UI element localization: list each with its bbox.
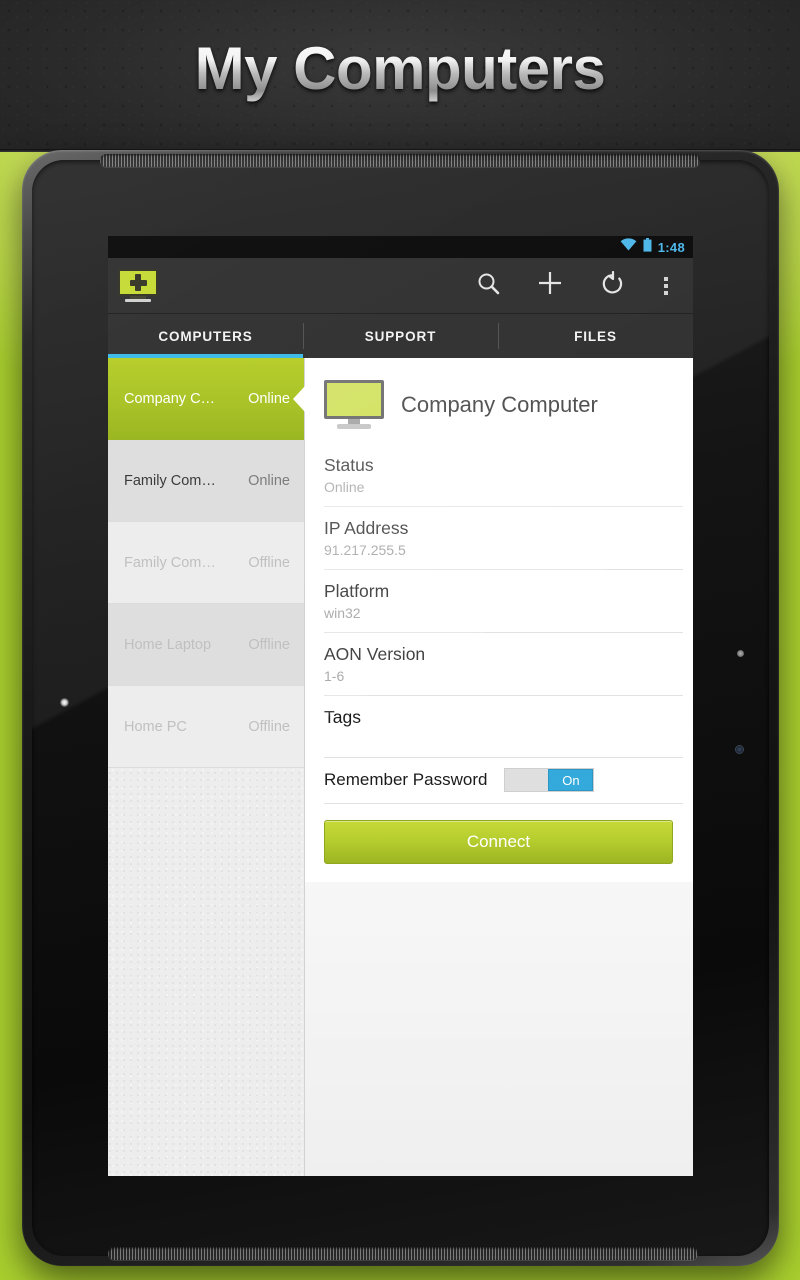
tablet-device: 1:48 COMPUTERS SUPPORT FILES Company C… … [22, 150, 779, 1266]
field-label: Platform [324, 581, 390, 601]
list-item[interactable]: Home PC Offline [108, 686, 304, 768]
app-logo-monitor-plus-icon[interactable] [118, 269, 158, 302]
field-value: Online [324, 479, 365, 495]
overflow-menu-icon [664, 276, 668, 295]
speaker-grille-bottom [108, 1247, 698, 1260]
tab-support[interactable]: SUPPORT [303, 314, 498, 358]
field-value: win32 [324, 605, 361, 621]
computer-name: Family Com… [124, 472, 216, 489]
computer-name: Family Com… [124, 554, 216, 571]
detail-header: Company Computer [324, 372, 683, 444]
remember-password-label: Remember Password [324, 770, 488, 789]
field-label: Status [324, 455, 374, 475]
power-indicator-icon [735, 745, 744, 754]
computer-name: Home PC [124, 718, 187, 735]
field-value: 1-6 [324, 668, 345, 684]
computer-status: Online [248, 472, 290, 489]
field-label: AON Version [324, 644, 426, 664]
content-area: Company C… Online Family Com… Online Fam… [108, 358, 693, 1176]
computer-detail-panel: Company Computer Status Online IP Addres… [305, 358, 693, 1176]
computer-title: Company Computer [401, 392, 598, 417]
tab-computers[interactable]: COMPUTERS [108, 314, 303, 358]
status-bar: 1:48 [108, 236, 693, 258]
action-bar-actions [457, 258, 689, 314]
search-icon [476, 271, 501, 301]
promo-banner: My Computers [0, 0, 800, 152]
page-title: My Computers [0, 34, 800, 103]
add-button[interactable] [519, 258, 581, 314]
detail-card: Company Computer Status Online IP Addres… [305, 358, 693, 882]
field-status: Status Online [324, 444, 683, 507]
toggle-thumb-on: On [548, 769, 594, 791]
field-label: IP Address [324, 518, 409, 538]
list-item[interactable]: Company C… Online [108, 358, 304, 440]
search-button[interactable] [457, 258, 519, 314]
computer-status: Offline [248, 636, 290, 653]
promo-background: My Computers 1:48 COMPUTERS SUPPORT FILE… [0, 0, 800, 1280]
list-item[interactable]: Family Com… Offline [108, 522, 304, 604]
device-screen: 1:48 COMPUTERS SUPPORT FILES Company C… … [108, 236, 693, 1176]
field-platform: Platform win32 [324, 570, 683, 633]
monitor-icon [324, 380, 384, 430]
detail-bottom-spacer [324, 864, 683, 882]
computer-list: Company C… Online Family Com… Online Fam… [108, 358, 305, 1176]
battery-icon [643, 237, 652, 257]
field-value: 91.217.255.5 [324, 542, 406, 558]
field-aon-version: AON Version 1-6 [324, 633, 683, 696]
computer-name: Home Laptop [124, 636, 212, 653]
sensor-dot-icon [737, 650, 744, 657]
connect-button[interactable]: Connect [324, 820, 673, 864]
status-bar-time: 1:48 [657, 239, 685, 255]
computer-name: Company C… [124, 391, 216, 407]
field-label: Tags [324, 707, 361, 727]
list-item[interactable]: Home Laptop Offline [108, 604, 304, 686]
field-remember-password: Remember Password On [324, 758, 683, 804]
field-tags[interactable]: Tags [324, 696, 683, 758]
list-item[interactable]: Family Com… Online [108, 440, 304, 522]
wifi-icon [620, 238, 637, 256]
overflow-button[interactable] [643, 258, 689, 314]
computer-status: Online [248, 391, 290, 407]
computer-status: Offline [248, 718, 290, 735]
toggle-track-off [505, 769, 549, 791]
computer-status: Offline [248, 554, 290, 571]
refresh-icon [600, 270, 625, 301]
plus-icon [537, 270, 563, 301]
remember-password-toggle[interactable]: On [504, 768, 595, 792]
tab-files[interactable]: FILES [498, 314, 693, 358]
tab-bar: COMPUTERS SUPPORT FILES [108, 314, 693, 358]
front-camera-led [60, 698, 69, 707]
refresh-button[interactable] [581, 258, 643, 314]
action-bar [108, 258, 693, 314]
speaker-grille-top [100, 154, 700, 167]
field-ip-address: IP Address 91.217.255.5 [324, 507, 683, 570]
